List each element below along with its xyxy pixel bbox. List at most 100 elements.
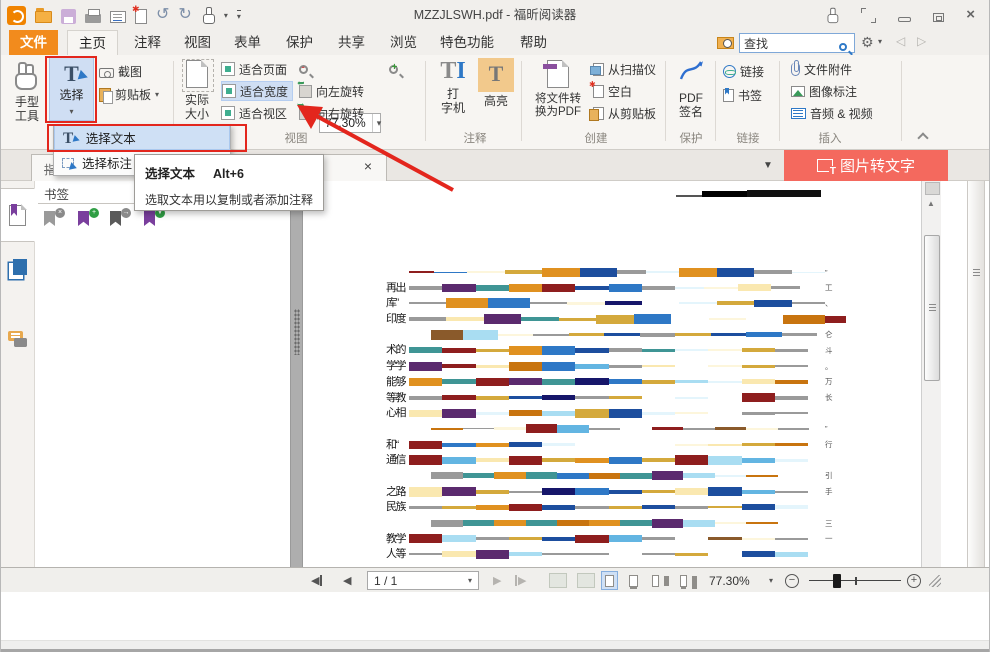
ribbon-divider <box>425 61 426 141</box>
single-page-view-button[interactable] <box>601 571 618 590</box>
minimize-button[interactable] <box>898 17 911 22</box>
tab-form[interactable]: 表单 <box>223 30 272 55</box>
rotate-left-button[interactable]: 向左旋转 <box>299 81 364 101</box>
from-scanner-button[interactable]: 从扫描仪 <box>593 59 656 79</box>
last-page-button[interactable]: ▶ <box>515 568 526 593</box>
gear-icon[interactable]: ⚙ <box>861 34 874 51</box>
next-page-button[interactable]: ▶ <box>493 568 501 593</box>
typewriter-button[interactable]: TI 打 字机 <box>433 58 473 115</box>
pdf-sign-button[interactable]: PDF 签名 <box>671 58 711 119</box>
zoom-slider[interactable] <box>809 568 901 593</box>
from-clipboard-button[interactable]: 从剪贴板 <box>593 103 656 123</box>
pdf-text-row: 通信 <box>386 454 834 466</box>
first-page-button[interactable]: ◀ <box>311 568 322 593</box>
tooltip-description: 选取文本用以复制或者添加注释 <box>145 191 313 208</box>
continuous-facing-view-button[interactable] <box>679 571 696 590</box>
fit-width-button[interactable]: 适合宽度 <box>221 81 293 101</box>
status-bar: ◀ ◀ 1 / 1▾ ▶ ▶ 77.30% ▾ − + <box>1 567 990 592</box>
move-bookmark-button[interactable]: → <box>108 209 130 231</box>
highlight-label: 高亮 <box>477 94 515 108</box>
zoom-in-button[interactable]: + <box>389 59 398 79</box>
highlight-button[interactable]: T 高亮 <box>477 58 515 108</box>
find-input[interactable] <box>742 34 834 52</box>
right-panel-splitter[interactable] <box>967 181 985 567</box>
zoom-in-status-button[interactable]: + <box>907 568 921 593</box>
tab-share[interactable]: 共享 <box>327 30 376 55</box>
resize-grip-icon[interactable] <box>929 568 941 593</box>
tab-view[interactable]: 视图 <box>173 30 222 55</box>
pdf-text-row: 库”、 <box>386 297 834 309</box>
image-to-text-label: 图片转文字 <box>840 155 915 176</box>
fit-width-label: 适合宽度 <box>240 83 288 100</box>
from-scanner-label: 从扫描仪 <box>608 61 656 78</box>
pdf-text-row: 引 <box>386 470 834 482</box>
restore-button[interactable] <box>933 13 944 22</box>
tab-help[interactable]: 帮助 <box>509 30 558 55</box>
facing-view-button[interactable] <box>651 571 668 590</box>
pdf-text-row: 等教长 <box>386 392 834 404</box>
search-folder-icon[interactable] <box>717 37 734 49</box>
panel-splitter[interactable] <box>290 181 303 567</box>
tab-browse[interactable]: 浏览 <box>379 30 428 55</box>
collapse-ribbon-icon[interactable] <box>917 132 928 143</box>
bookmark-options-icon <box>144 211 155 226</box>
image-to-text-button[interactable]: 图片转文字 <box>784 150 948 181</box>
delete-bookmark-button[interactable]: × <box>42 209 64 231</box>
previous-view-button[interactable] <box>549 568 567 593</box>
close-tab-icon[interactable]: × <box>364 158 372 174</box>
blank-button[interactable]: 空白 <box>593 81 632 101</box>
select-button[interactable]: T 选择 ▾ <box>49 57 94 121</box>
close-button[interactable]: × <box>966 4 975 26</box>
scrollbar-top-button[interactable] <box>925 182 940 195</box>
bookmark-button[interactable]: 书签 <box>723 85 762 105</box>
scroll-up-icon[interactable]: ▲ <box>927 199 935 208</box>
page-combo-caret-icon: ▾ <box>462 576 478 585</box>
tab-protect[interactable]: 保护 <box>275 30 324 55</box>
clipboard-button[interactable]: 剪贴板 ▾ <box>99 84 159 104</box>
pdf-text-row: 人等 <box>386 548 834 560</box>
file-attachment-button[interactable]: 文件附件 <box>791 59 852 79</box>
tab-comment[interactable]: 注释 <box>123 30 172 55</box>
tab-list-dropdown-icon[interactable]: ▼ <box>763 160 773 171</box>
add-bookmark-button[interactable]: + <box>76 209 98 231</box>
previous-page-button[interactable]: ◀ <box>343 568 351 593</box>
zoom-dropdown-icon[interactable]: ▾ <box>769 568 773 593</box>
fullscreen-icon[interactable] <box>861 8 876 23</box>
menu-item-select-text[interactable]: T 选择文本 <box>54 125 230 150</box>
bookmark-options-button[interactable]: ▼ <box>142 209 164 231</box>
continuous-view-button[interactable] <box>625 571 642 590</box>
rotate-right-button[interactable]: 向右旋转 <box>299 103 364 123</box>
comments-panel-icon[interactable] <box>8 331 23 341</box>
page-number-combo[interactable]: 1 / 1▾ <box>367 571 479 590</box>
audio-video-button[interactable]: 音频 & 视频 <box>791 103 873 123</box>
group-label-insert: 插入 <box>801 130 859 146</box>
bookmarks-panel-tab[interactable] <box>1 188 35 242</box>
find-next-icon[interactable]: ▷ <box>917 34 926 48</box>
zoom-slider-thumb[interactable] <box>833 574 841 588</box>
image-annotation-button[interactable]: 图像标注 <box>791 81 857 101</box>
pdf-page-view[interactable]: ”再出工库”、印度仑术的斗学学。能够万等教长心相”和“行通信引之路手民族三教学一… <box>303 181 921 567</box>
search-magnifier-icon[interactable] <box>839 43 847 51</box>
from-clipboard-icon <box>593 107 604 120</box>
tab-features[interactable]: 特色功能 <box>429 30 505 55</box>
fit-page-button[interactable]: 适合页面 <box>221 59 287 79</box>
scrollbar-thumb[interactable] <box>924 235 940 381</box>
vertical-scrollbar[interactable]: ▲ <box>921 181 941 567</box>
next-view-button[interactable] <box>577 568 595 593</box>
tab-home[interactable]: 主页 <box>67 30 118 55</box>
tab-file[interactable]: 文件 <box>9 30 58 55</box>
hand-tool-button[interactable]: 手型 工具 <box>7 58 47 123</box>
screenshot-button[interactable]: 截图 <box>99 61 142 81</box>
touch-mode-icon[interactable] <box>826 8 839 22</box>
zoom-out-button[interactable]: - <box>299 59 308 79</box>
fit-view-button[interactable]: 适合视区 <box>221 103 287 123</box>
gear-dropdown-icon[interactable]: ▾ <box>878 37 882 46</box>
zoom-out-icon: - <box>299 65 308 74</box>
link-button[interactable]: 链接 <box>723 61 764 81</box>
zoom-out-status-button[interactable]: − <box>785 568 799 593</box>
convert-to-pdf-button[interactable]: 将文件转 换为PDF <box>529 58 587 119</box>
pages-panel-icon[interactable] <box>13 259 27 275</box>
find-previous-icon[interactable]: ◁ <box>896 34 905 48</box>
move-bookmark-icon <box>110 211 121 226</box>
actual-size-button[interactable]: 实际 大小 <box>179 58 215 121</box>
